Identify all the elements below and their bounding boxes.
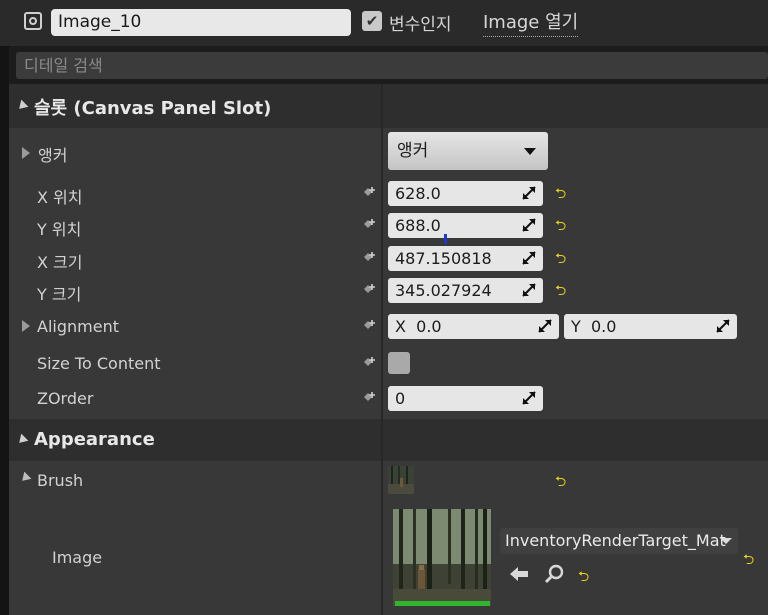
use-selected-arrow-icon[interactable] bbox=[509, 565, 529, 583]
widget-icon bbox=[24, 12, 42, 30]
keyframe-diamond-plus-icon[interactable] bbox=[362, 319, 376, 333]
image-asset-combobox[interactable]: InventoryRenderTarget_Mat bbox=[500, 528, 738, 554]
details-search-input[interactable]: 디테일 검색 bbox=[16, 52, 768, 79]
spin-drag-icon[interactable] bbox=[522, 218, 536, 232]
alignment-y-field[interactable]: Y 0.0 bbox=[564, 314, 737, 339]
position-y-value: 688.0 bbox=[395, 216, 441, 235]
spin-drag-icon[interactable] bbox=[716, 319, 730, 333]
size-y-field[interactable]: 345.027924 bbox=[388, 278, 543, 303]
category-appearance-title: Appearance bbox=[34, 429, 155, 450]
chevron-down-icon bbox=[524, 148, 536, 155]
alignment-x-field[interactable]: X 0.0 bbox=[388, 314, 559, 339]
position-x-value: 628.0 bbox=[395, 184, 441, 203]
keyframe-diamond-plus-icon[interactable] bbox=[362, 251, 376, 265]
anchor-dropdown[interactable]: 앵커 bbox=[388, 132, 548, 170]
keyframe-diamond-plus-icon[interactable] bbox=[362, 356, 376, 370]
spin-drag-icon[interactable] bbox=[522, 391, 536, 405]
reset-to-default-arrow-icon[interactable]: ⮌ bbox=[555, 215, 566, 239]
spin-drag-icon[interactable] bbox=[522, 186, 536, 200]
thumbnail-asset-color-bar bbox=[395, 601, 490, 606]
is-variable-checkbox[interactable]: ✔ bbox=[362, 11, 382, 31]
keyframe-diamond-plus-icon[interactable] bbox=[362, 218, 376, 232]
expand-arrow-icon[interactable] bbox=[22, 147, 30, 159]
reset-to-default-arrow-icon[interactable]: ⮌ bbox=[743, 549, 754, 573]
chevron-down-icon bbox=[720, 538, 732, 544]
column-divider[interactable] bbox=[381, 419, 383, 615]
reset-to-default-arrow-icon[interactable]: ⮌ bbox=[555, 280, 566, 304]
widget-name-input[interactable]: Image_10 bbox=[51, 9, 351, 36]
browse-magnifier-icon[interactable] bbox=[544, 564, 566, 584]
zorder-value: 0 bbox=[395, 389, 406, 408]
anchor-label: 앵커 bbox=[38, 146, 68, 165]
size-x-label: X 크기 bbox=[37, 253, 83, 272]
reset-to-default-arrow-icon[interactable]: ⮌ bbox=[555, 248, 566, 272]
spin-drag-icon[interactable] bbox=[522, 251, 536, 265]
brush-preview-thumbnail bbox=[388, 466, 414, 494]
reset-to-default-arrow-icon[interactable]: ⮌ bbox=[578, 566, 589, 590]
spin-drag-icon[interactable] bbox=[522, 283, 536, 297]
size-x-field[interactable]: 487.150818 bbox=[388, 246, 543, 271]
position-x-field[interactable]: 628.0 bbox=[388, 181, 543, 206]
size-to-content-label: Size To Content bbox=[37, 354, 161, 373]
alignment-x-value: 0.0 bbox=[416, 317, 442, 336]
brush-label: Brush bbox=[37, 471, 84, 490]
size-y-value: 345.027924 bbox=[395, 281, 492, 300]
expand-arrow-icon[interactable] bbox=[22, 320, 30, 332]
alignment-y-axis-label: Y bbox=[571, 317, 581, 336]
size-x-value: 487.150818 bbox=[395, 249, 492, 268]
alignment-label: Alignment bbox=[37, 317, 119, 336]
keyframe-diamond-plus-icon[interactable] bbox=[362, 391, 376, 405]
position-y-label: Y 위치 bbox=[37, 220, 82, 239]
keyframe-diamond-plus-icon[interactable] bbox=[362, 283, 376, 297]
size-y-label: Y 크기 bbox=[37, 285, 82, 304]
alignment-y-value: 0.0 bbox=[590, 317, 617, 336]
image-asset-thumbnail[interactable] bbox=[393, 509, 491, 606]
is-variable-label: 변수인지 bbox=[389, 15, 452, 35]
reset-to-default-arrow-icon[interactable]: ⮌ bbox=[555, 183, 566, 207]
left-edge-strip bbox=[0, 0, 9, 615]
image-asset-name: InventoryRenderTarget_Mat bbox=[505, 531, 726, 550]
position-y-field[interactable]: 688.0 bbox=[388, 213, 543, 238]
text-cursor bbox=[444, 234, 447, 244]
size-to-content-checkbox[interactable] bbox=[388, 352, 410, 374]
anchor-dropdown-value: 앵커 bbox=[397, 141, 429, 161]
open-image-button[interactable]: Image 열기 bbox=[483, 8, 579, 37]
category-slot-title: 슬롯 (Canvas Panel Slot) bbox=[34, 98, 272, 119]
zorder-label: ZOrder bbox=[37, 389, 94, 408]
alignment-x-axis-label: X bbox=[395, 317, 406, 336]
keyframe-diamond-plus-icon[interactable] bbox=[362, 186, 376, 200]
reset-to-default-arrow-icon[interactable]: ⮌ bbox=[555, 471, 566, 495]
zorder-field[interactable]: 0 bbox=[388, 386, 543, 411]
image-label: Image bbox=[52, 548, 103, 567]
spin-drag-icon[interactable] bbox=[538, 319, 552, 333]
position-x-label: X 위치 bbox=[37, 188, 83, 207]
